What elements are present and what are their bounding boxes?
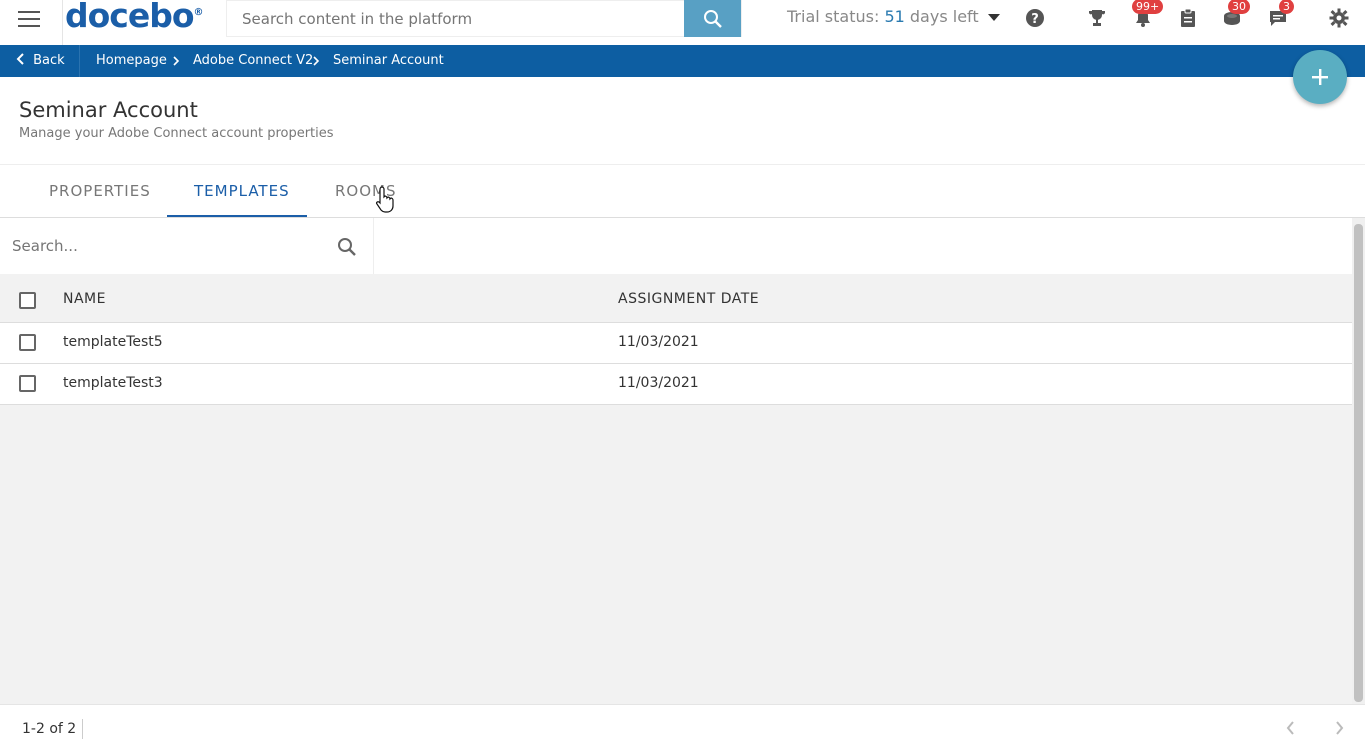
template-name: templateTest3 — [63, 375, 163, 391]
scrollbar-thumb[interactable] — [1354, 224, 1363, 702]
back-button[interactable]: Back — [16, 53, 65, 68]
pagination-divider — [82, 719, 83, 739]
chevron-down-icon — [987, 14, 1000, 21]
top-bar: docebo® Trial status: 51 days left ? 99+… — [0, 0, 1365, 45]
filter-search — [0, 218, 374, 274]
tab-bar: PROPERTIES TEMPLATES ROOMS — [0, 164, 1365, 218]
vertical-scrollbar[interactable] — [1352, 218, 1365, 704]
page-title: Seminar Account — [19, 98, 198, 122]
breadcrumb-divider — [79, 45, 80, 77]
row-checkbox[interactable] — [19, 375, 36, 392]
filter-search-input[interactable] — [0, 218, 320, 274]
trophy-icon[interactable] — [1087, 8, 1107, 28]
search-icon — [703, 9, 722, 28]
breadcrumb: Back Homepage Adobe Connect V2 Seminar A… — [0, 45, 1365, 77]
back-label: Back — [33, 53, 65, 68]
breadcrumb-item-homepage[interactable]: Homepage — [96, 53, 167, 68]
table-row[interactable]: templateTest5 11/03/2021 — [0, 323, 1352, 364]
pagination-summary: 1-2 of 2 — [22, 721, 77, 737]
trial-prefix: Trial status: — [787, 7, 880, 26]
chevron-right-icon — [313, 56, 320, 66]
svg-text:?: ? — [1031, 12, 1039, 27]
trial-days: 51 — [884, 7, 905, 26]
global-search-input[interactable] — [227, 1, 685, 36]
hamburger-menu-icon[interactable] — [18, 11, 40, 27]
assignment-date: 11/03/2021 — [618, 334, 699, 350]
column-header-name[interactable]: NAME — [63, 291, 106, 307]
templates-table: NAME ASSIGNMENT DATE templateTest5 11/03… — [0, 274, 1352, 405]
active-tab-indicator — [167, 215, 307, 217]
gamification-badge: 30 — [1228, 0, 1250, 14]
filter-bar — [0, 218, 1352, 274]
table-row[interactable]: templateTest3 11/03/2021 — [0, 364, 1352, 405]
logo-mark: ® — [193, 7, 204, 18]
add-button[interactable] — [1293, 50, 1347, 104]
trial-suffix: days left — [909, 7, 979, 26]
page-subtitle: Manage your Adobe Connect account proper… — [19, 126, 334, 141]
search-icon[interactable] — [337, 237, 357, 257]
global-search — [226, 0, 742, 37]
assignment-date: 11/03/2021 — [618, 375, 699, 391]
pagination-bar: 1-2 of 2 — [0, 704, 1365, 747]
clipboard-icon[interactable] — [1178, 8, 1198, 28]
table-header: NAME ASSIGNMENT DATE — [0, 274, 1352, 323]
logo[interactable]: docebo® — [65, 0, 204, 35]
chevron-right-icon — [173, 56, 180, 66]
logo-divider — [62, 0, 63, 45]
breadcrumb-item-seminar-account: Seminar Account — [333, 53, 444, 68]
templates-panel: NAME ASSIGNMENT DATE templateTest5 11/03… — [0, 218, 1352, 704]
messages-badge: 3 — [1279, 0, 1294, 14]
tab-templates[interactable]: TEMPLATES — [194, 182, 290, 200]
chevron-right-icon[interactable] — [1331, 719, 1347, 737]
help-icon[interactable]: ? — [1025, 8, 1045, 28]
chevron-left-icon[interactable] — [1283, 719, 1299, 737]
column-header-assignment-date[interactable]: ASSIGNMENT DATE — [618, 291, 759, 307]
hand-cursor-icon — [376, 186, 394, 213]
logo-text: docebo — [65, 0, 195, 35]
trial-status[interactable]: Trial status: 51 days left — [787, 7, 1000, 26]
notifications-badge: 99+ — [1132, 0, 1164, 14]
breadcrumb-item-adobe-connect[interactable]: Adobe Connect V2 — [193, 53, 313, 68]
row-checkbox[interactable] — [19, 334, 36, 351]
tab-properties[interactable]: PROPERTIES — [49, 182, 151, 200]
select-all-checkbox[interactable] — [19, 292, 36, 309]
template-name: templateTest5 — [63, 334, 163, 350]
plus-icon — [1312, 69, 1328, 85]
chevron-left-icon — [16, 53, 24, 65]
gear-icon[interactable] — [1329, 8, 1349, 28]
global-search-button[interactable] — [684, 0, 741, 37]
